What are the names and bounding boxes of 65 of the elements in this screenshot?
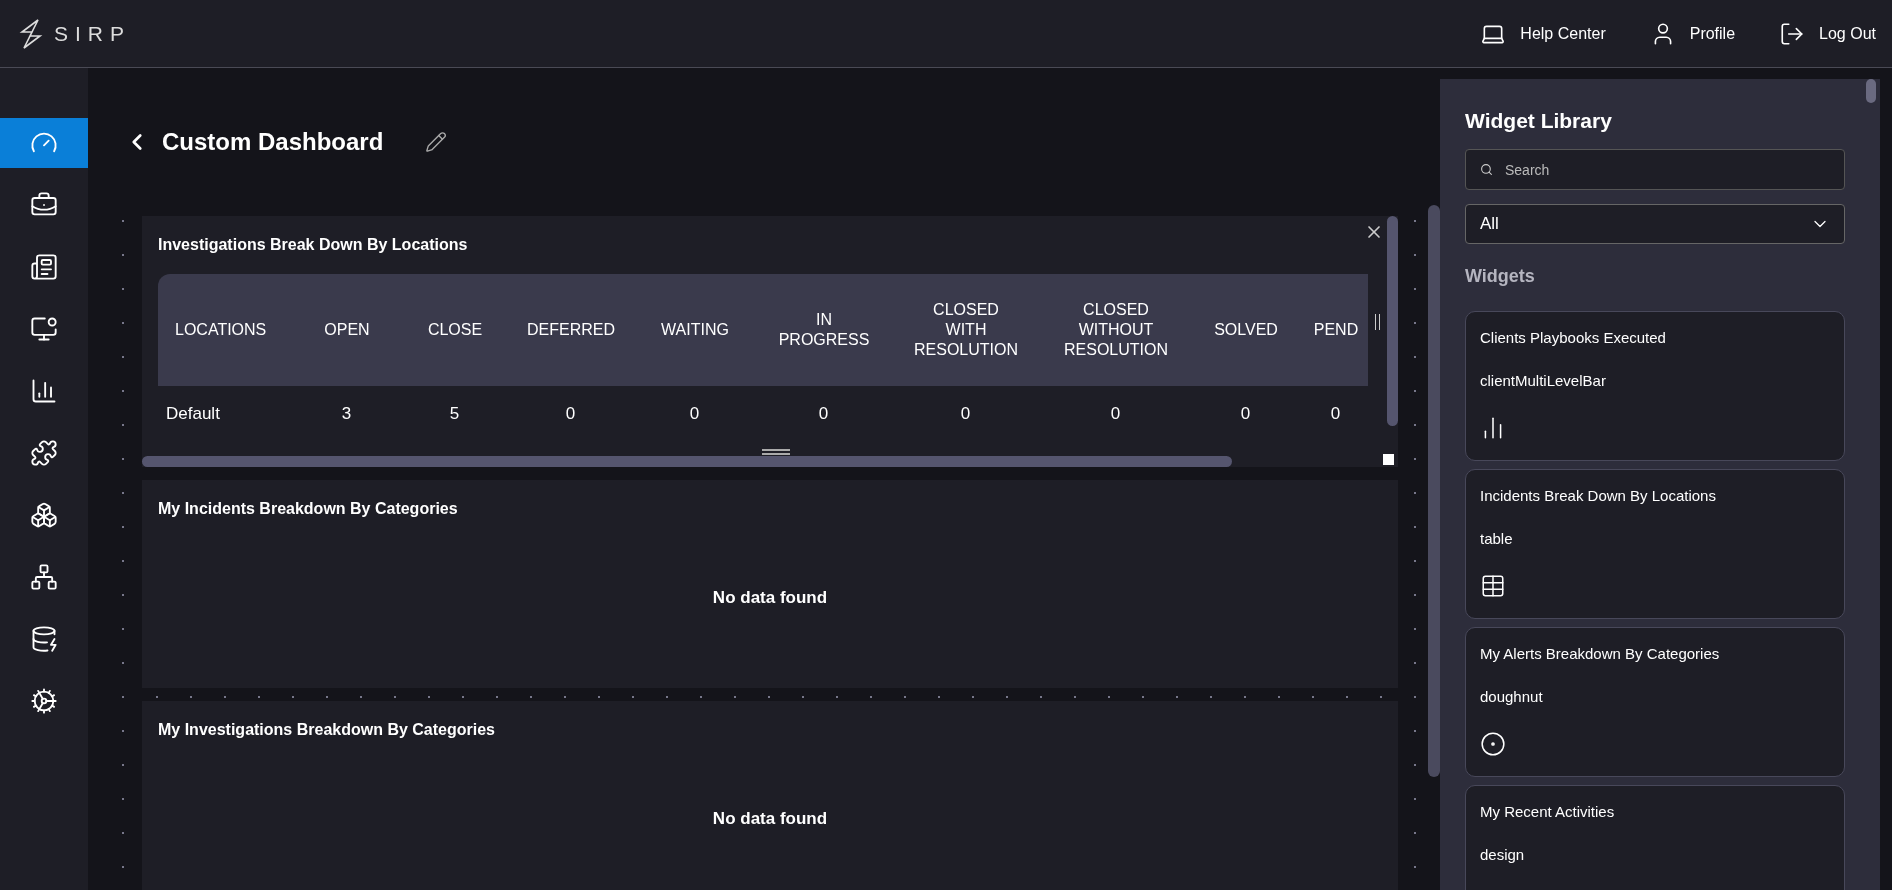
column-header: CLOSED WITH RESOLUTION — [891, 274, 1041, 386]
network-icon — [30, 563, 58, 591]
widget-type: clientMultiLevelBar — [1480, 372, 1607, 389]
logo-icon — [18, 17, 44, 50]
column-header: IN PROGRESS — [757, 274, 891, 386]
table-cell: Default — [158, 386, 293, 442]
cubes-icon — [30, 501, 58, 529]
widget-card[interactable]: Clients Playbooks Executed clientMultiLevelBar — [1465, 311, 1845, 461]
table-cell: 0 — [633, 386, 757, 442]
widget-type: design — [1480, 846, 1526, 863]
widget-card[interactable]: Incidents Break Down By Locations table — [1465, 469, 1845, 619]
database-icon — [30, 625, 58, 653]
table-cell: 0 — [509, 386, 633, 442]
column-header: LOCATIONS — [158, 274, 293, 386]
empty-message: No data found — [711, 809, 829, 829]
widget-card[interactable]: My Alerts Breakdown By Categories doughnut — [1465, 627, 1845, 777]
table-cell: 0 — [1301, 386, 1368, 442]
horizontal-scrollbar[interactable] — [142, 456, 1232, 467]
vertical-scrollbar[interactable] — [1866, 79, 1876, 103]
widget-name: Clients Playbooks Executed — [1480, 329, 1667, 346]
widget-type: doughnut — [1480, 688, 1544, 705]
settings-icon — [30, 687, 58, 715]
column-header: SOLVED — [1191, 274, 1301, 386]
edit-icon[interactable] — [425, 131, 448, 153]
search-icon — [1480, 163, 1493, 176]
widget-title: Investigations Break Down By Locations — [158, 236, 469, 254]
table-cell: 0 — [891, 386, 1041, 442]
column-header: DEFERRED — [509, 274, 633, 386]
monitor-icon — [30, 315, 58, 343]
panel-title: Widget Library — [1465, 109, 1613, 133]
nav-link[interactable]: Log Out — [1779, 20, 1876, 47]
column-header: CLOSE — [401, 274, 509, 386]
filter-select[interactable]: All — [1465, 204, 1845, 244]
column-header: CLOSED WITHOUT RESOLUTION — [1041, 274, 1191, 386]
widget-name: My Alerts Breakdown By Categories — [1480, 645, 1721, 662]
table-cell: 0 — [1191, 386, 1301, 442]
vertical-scrollbar[interactable] — [1428, 205, 1440, 777]
table-icon — [1480, 573, 1506, 599]
table-cell: 0 — [1041, 386, 1191, 442]
column-resize-handle[interactable] — [1375, 314, 1380, 330]
widget-name: My Recent Activities — [1480, 803, 1616, 820]
table-cell: 0 — [757, 386, 891, 442]
widget-title: My Investigations Breakdown By Categories — [158, 721, 496, 739]
logo-text: SIRP — [54, 21, 131, 46]
nav-link[interactable]: Help Center — [1480, 20, 1606, 47]
column-header: WAITING — [633, 274, 757, 386]
nav-link[interactable]: Profile — [1649, 20, 1736, 47]
search-field[interactable]: Search — [1465, 149, 1845, 190]
search-input[interactable]: Search — [1503, 160, 1844, 179]
ring-icon — [1480, 731, 1506, 757]
widget-name: Incidents Break Down By Locations — [1480, 487, 1717, 504]
empty-message: No data found — [711, 588, 829, 608]
table-cell: 3 — [293, 386, 401, 442]
column-header: PEND — [1301, 274, 1368, 386]
column-header: OPEN — [293, 274, 401, 386]
vertical-scrollbar[interactable] — [1387, 216, 1398, 426]
widget-card[interactable]: My Recent Activities design — [1465, 785, 1845, 890]
widget-title: My Incidents Breakdown By Categories — [158, 500, 459, 518]
widget-type: table — [1480, 530, 1514, 547]
bar-chart-icon — [30, 377, 58, 405]
page-title: Custom Dashboard — [162, 128, 384, 156]
section-heading: Widgets — [1465, 266, 1536, 287]
resize-handle[interactable] — [1383, 454, 1394, 465]
puzzle-icon — [30, 439, 58, 467]
table-cell: 5 — [401, 386, 509, 442]
